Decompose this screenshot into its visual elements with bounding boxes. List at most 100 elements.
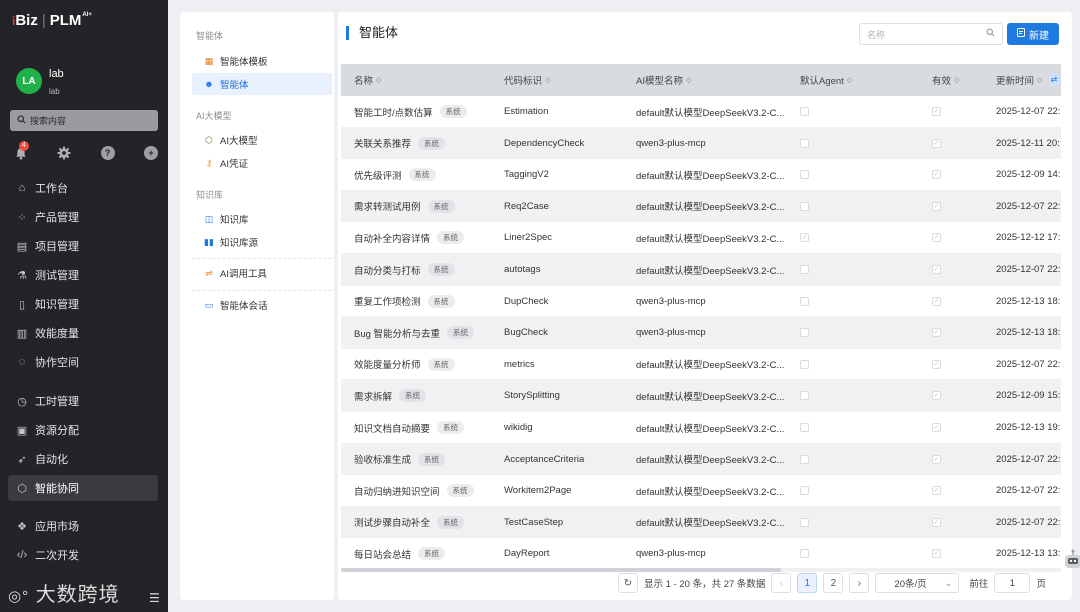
gear-icon[interactable] [57, 146, 71, 160]
valid-checkbox[interactable]: ✓ [932, 296, 941, 306]
agent-name[interactable]: 需求转测试用例 [354, 199, 421, 213]
agent-name[interactable]: 关联关系推荐 [354, 136, 411, 150]
valid-checkbox[interactable]: ✓ [932, 233, 941, 243]
table-row[interactable]: 关联关系推荐 系统 DependencyCheck qwen3-plus-mcp ✓ 20… [341, 127, 1061, 160]
table-row[interactable]: Bug 智能分析与去重 系统 BugCheck qwen3-plus-mcp ✓ 2025… [341, 317, 1061, 349]
valid-checkbox[interactable]: ✓ [932, 107, 941, 116]
default-agent-checkbox[interactable] [800, 486, 809, 496]
agent-name[interactable]: 自动归纳进知识空间 [354, 484, 440, 498]
valid-checkbox[interactable]: ✓ [932, 391, 941, 401]
valid-checkbox[interactable]: ✓ [932, 201, 941, 211]
nav-project[interactable]: ▤ 项目管理 [8, 233, 158, 259]
agent-name[interactable]: 效能度量分析师 [354, 357, 421, 371]
col-valid[interactable]: 有效 ◇ [932, 64, 959, 96]
default-agent-checkbox[interactable] [800, 328, 809, 338]
column-settings-icon[interactable]: ⇄ [1049, 73, 1059, 86]
page-2-button[interactable]: 2 [823, 573, 844, 593]
valid-checkbox[interactable]: ✓ [932, 549, 941, 559]
assistant-robot-icon[interactable] [1062, 548, 1080, 574]
nav-knowledge[interactable]: ▯ 知识管理 [8, 291, 158, 317]
agent-name[interactable]: 知识文档自动摘要 [354, 421, 430, 435]
submenu-ai-model[interactable]: ⬡ AI大模型 [192, 129, 332, 151]
agent-name[interactable]: 每日站会总结 [354, 547, 411, 561]
agent-name[interactable]: 测试步骤自动补全 [354, 515, 430, 529]
col-name[interactable]: 名称 ◇ [354, 64, 381, 96]
default-agent-checkbox[interactable] [800, 391, 809, 401]
help-icon[interactable]: ? [100, 146, 115, 160]
valid-checkbox[interactable]: ✓ [932, 328, 941, 338]
collapse-menu-icon[interactable]: ☰ [149, 591, 160, 605]
nav-ai-collab[interactable]: ⬡ 智能协同 [8, 475, 158, 501]
nav-workbench[interactable]: ⌂ 工作台 [8, 175, 158, 201]
default-agent-checkbox[interactable] [800, 265, 809, 274]
default-agent-checkbox[interactable] [800, 107, 809, 116]
next-page-button[interactable]: › [849, 573, 870, 593]
col-model[interactable]: AI模型名称 ◇ [636, 64, 691, 96]
prev-page-button[interactable]: ‹ [771, 573, 792, 593]
submenu-kb-source[interactable]: ▮▮ 知识库源 [192, 231, 332, 253]
default-agent-checkbox[interactable] [800, 201, 809, 211]
col-default-agent[interactable]: 默认Agent ◇ [800, 64, 852, 96]
table-row[interactable]: 智能工时/点数估算 系统 Estimation default默认模型DeepSeek… [341, 96, 1061, 128]
table-row[interactable]: 知识文档自动摘要 系统 wikidig default默认模型DeepSeekV3.2… [341, 412, 1061, 444]
agent-name[interactable]: 自动补全内容详情 [354, 231, 430, 245]
nav-collab-space[interactable]: ◌ 协作空间 [8, 349, 158, 375]
agent-name[interactable]: 自动分类与打标 [354, 263, 421, 277]
valid-checkbox[interactable]: ✓ [932, 423, 941, 432]
agent-name[interactable]: 需求拆解 [354, 389, 392, 403]
default-agent-checkbox[interactable] [800, 454, 809, 464]
submenu-kb[interactable]: ◫ 知识库 [192, 208, 332, 230]
avatar[interactable]: LA [16, 68, 42, 94]
default-agent-checkbox[interactable] [800, 423, 809, 432]
goto-page-input[interactable]: 1 [994, 573, 1031, 593]
default-agent-checkbox[interactable] [800, 138, 809, 148]
nav-market[interactable]: ❖ 应用市场 [8, 513, 158, 539]
valid-checkbox[interactable]: ✓ [932, 265, 941, 274]
col-code[interactable]: 代码标识 ◇ [504, 64, 550, 96]
col-updated[interactable]: 更新时间 ◇ [996, 64, 1042, 96]
table-row[interactable]: 重复工作项检测 系统 DupCheck qwen3-plus-mcp ✓ 2025-12-… [341, 286, 1061, 318]
nav-resource[interactable]: ▣ 资源分配 [8, 417, 158, 443]
table-row[interactable]: 优先级评测 系统 TaggingV2 default默认模型DeepSeekV3.2-… [341, 159, 1061, 191]
default-agent-checkbox[interactable] [800, 296, 809, 306]
agent-name[interactable]: 优先级评测 [354, 168, 402, 182]
agent-name[interactable]: 重复工作项检测 [354, 294, 421, 308]
nav-timesheet[interactable]: ◷ 工时管理 [8, 388, 158, 414]
default-agent-checkbox[interactable]: ✓ [800, 233, 809, 243]
app-logo[interactable]: iBiz | PLMAI+ [12, 12, 92, 29]
add-icon[interactable]: + [143, 146, 158, 160]
valid-checkbox[interactable]: ✓ [932, 486, 941, 496]
valid-checkbox[interactable]: ✓ [932, 138, 941, 148]
agent-name[interactable]: 智能工时/点数估算 [354, 105, 433, 119]
valid-checkbox[interactable]: ✓ [932, 170, 941, 180]
submenu-ai-credential[interactable]: ⚷ AI凭证 [192, 152, 332, 174]
table-row[interactable]: 需求转测试用例 系统 Req2Case default默认模型DeepSeekV3.2… [341, 190, 1061, 223]
table-row[interactable]: 测试步骤自动补全 系统 TestCaseStep default默认模型DeepSee… [341, 506, 1061, 539]
search-input[interactable]: 搜索内容 [10, 110, 158, 131]
bell-icon[interactable]: 4 [14, 141, 29, 160]
nav-automation[interactable]: ➶ 自动化 [8, 446, 158, 472]
valid-checkbox[interactable]: ✓ [932, 517, 941, 527]
default-agent-checkbox[interactable] [800, 359, 809, 369]
table-row[interactable]: 自动分类与打标 系统 autotags default默认模型DeepSeekV3.2… [341, 254, 1061, 286]
table-row[interactable]: 每日站会总结 系统 DayReport qwen3-plus-mcp ✓ 2025-12-… [341, 538, 1061, 564]
table-row[interactable]: 自动归纳进知识空间 系统 Workitem2Page default默认模型DeepS… [341, 475, 1061, 507]
table-row[interactable]: 验收标准生成 系统 AcceptanceCriteria default默认模型Dee… [341, 443, 1061, 476]
valid-checkbox[interactable]: ✓ [932, 359, 941, 369]
submenu-agent-template[interactable]: ▦ 智能体模板 [192, 50, 332, 72]
nav-test[interactable]: ⚗ 测试管理 [8, 262, 158, 288]
valid-checkbox[interactable]: ✓ [932, 454, 941, 464]
table-row[interactable]: 需求拆解 系统 StorySplitting default默认模型DeepSeekV… [341, 380, 1061, 412]
agent-name[interactable]: Bug 智能分析与去重 [354, 326, 440, 340]
page-size-select[interactable]: 20条/页 ⌄ [875, 573, 960, 593]
submenu-agent[interactable]: ☻ 智能体 [192, 73, 332, 95]
table-row[interactable]: 自动补全内容详情 系统 Liner2Spec default默认模型DeepSeekV… [341, 222, 1061, 254]
default-agent-checkbox[interactable] [800, 517, 809, 527]
refresh-button[interactable]: ↻ [618, 573, 638, 593]
nav-dev[interactable]: ‹/› 二次开发 [8, 542, 158, 568]
table-row[interactable]: 效能度量分析师 系统 metrics default默认模型DeepSeekV3.2-… [341, 349, 1061, 381]
name-search-input[interactable]: 名称 [859, 23, 1003, 45]
submenu-ai-tool[interactable]: ⇌ AI调用工具 [192, 262, 332, 284]
nav-product[interactable]: ⁘ 产品管理 [8, 204, 158, 230]
default-agent-checkbox[interactable] [800, 549, 809, 559]
